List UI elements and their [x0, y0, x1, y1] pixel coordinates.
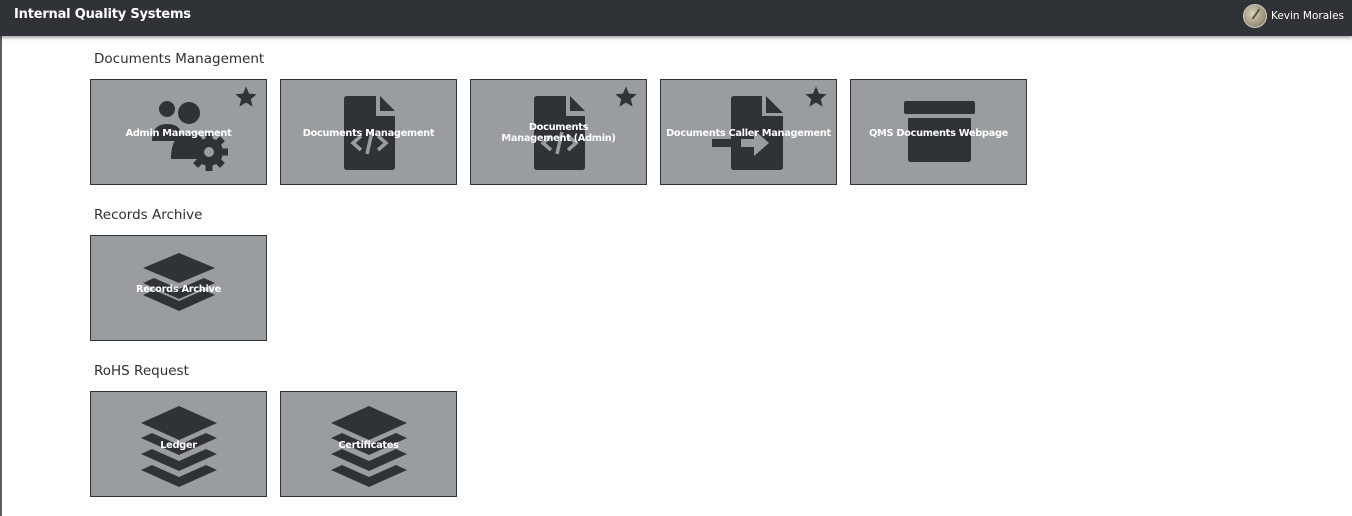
section-title-documents-management: Documents Management: [94, 51, 265, 67]
section-title-records-archive: Records Archive: [94, 207, 203, 223]
tile-records-archive[interactable]: Records Archive: [90, 235, 267, 341]
tile-label: Documents Management: [302, 127, 435, 139]
tile-label: Documents Caller Management: [666, 127, 831, 139]
tile-label: Records Archive: [136, 283, 221, 295]
tile-admin-management[interactable]: Admin Management: [90, 79, 267, 185]
tile-label: Documents Management (Admin): [501, 122, 616, 144]
tile-label: Ledger: [160, 439, 197, 451]
user-menu[interactable]: Kevin Morales: [1242, 4, 1344, 28]
tile-documents-caller-management[interactable]: Documents Caller Management: [660, 79, 837, 185]
tile-certificates[interactable]: Certificates: [280, 391, 457, 497]
tile-ledger[interactable]: Ledger: [90, 391, 267, 497]
app-title[interactable]: Internal Quality Systems: [14, 7, 191, 22]
left-divider: [0, 36, 2, 516]
user-avatar-icon[interactable]: [1242, 4, 1267, 28]
tile-qms-documents-webpage[interactable]: QMS Documents Webpage: [850, 79, 1027, 185]
tile-label: Admin Management: [125, 127, 232, 139]
tile-label: QMS Documents Webpage: [868, 127, 1009, 139]
tile-documents-management-admin[interactable]: Documents Management (Admin): [470, 79, 647, 185]
top-navigation-bar: Internal Quality Systems Kevin Morales: [0, 0, 1352, 36]
tile-documents-management[interactable]: Documents Management: [280, 79, 457, 185]
tile-label: Certificates: [338, 439, 399, 451]
section-title-rohs-request: RoHS Request: [94, 363, 189, 379]
user-name[interactable]: Kevin Morales: [1271, 10, 1344, 22]
